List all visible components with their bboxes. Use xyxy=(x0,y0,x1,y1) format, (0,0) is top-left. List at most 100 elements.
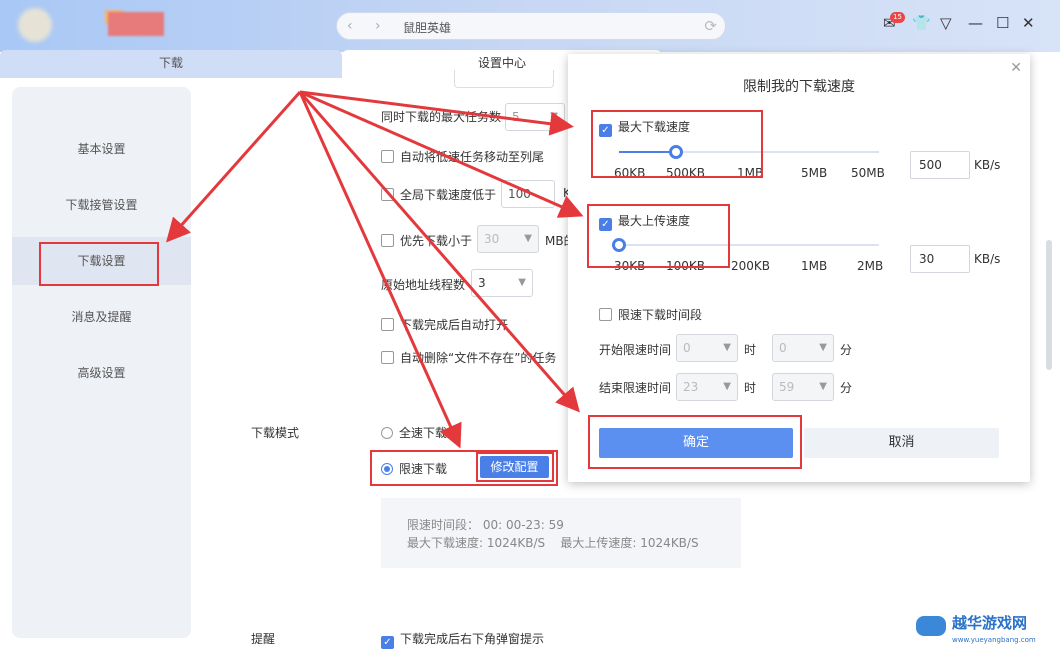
back-icon[interactable]: ‹ xyxy=(347,18,353,34)
start-minute-select[interactable]: 0 ▼ xyxy=(772,334,834,362)
checkbox[interactable] xyxy=(381,318,394,331)
upload-tick: 200KB xyxy=(731,259,771,273)
start-hour-select[interactable]: 0 ▼ xyxy=(676,334,738,362)
remind-popup-label: 下载完成后右下角弹窗提示 xyxy=(400,632,545,646)
limit-time-info: 限速时间段： 00: 00-23: 59 xyxy=(407,518,564,532)
sidebar-item-notifications[interactable]: 消息及提醒 xyxy=(12,293,191,341)
dialog-title: 限制我的下载速度 xyxy=(743,79,855,95)
hour-unit: 时 xyxy=(744,381,757,395)
time-limit-row[interactable]: 限速下载时间段 xyxy=(599,306,702,323)
max-tasks-value: 5 xyxy=(512,110,520,124)
auto-delete-label: 自动删除“文件不存在”的任务 xyxy=(400,351,557,365)
global-speed-row[interactable]: 全局下载速度低于 xyxy=(381,186,496,203)
global-speed-input[interactable]: 100 xyxy=(501,180,555,208)
priority-value: 30 xyxy=(484,232,500,246)
arrow-to-mode xyxy=(298,91,462,449)
notification-badge: 15 xyxy=(890,12,905,23)
priority-select[interactable]: 30 ▼ xyxy=(477,225,539,253)
end-hour-value: 23 xyxy=(683,380,699,394)
sidebar-item-advanced[interactable]: 高级设置 xyxy=(12,349,191,397)
skin-icon[interactable]: 👕 xyxy=(912,14,931,32)
auto-move-row[interactable]: 自动将低速任务移动至列尾 xyxy=(381,148,544,165)
checkbox[interactable] xyxy=(381,234,394,247)
highlight-box-sidebar xyxy=(39,242,159,286)
sidebar-item-basic[interactable]: 基本设置 xyxy=(12,125,191,173)
chevron-down-icon: ▼ xyxy=(524,233,532,244)
threads-label: 原始地址线程数 xyxy=(381,278,466,292)
download-tick: 5MB xyxy=(801,166,828,180)
chevron-down-icon: ▼ xyxy=(819,342,827,353)
max-tasks-select[interactable]: 5 ▼ xyxy=(505,103,565,131)
download-speed-input[interactable]: 500 xyxy=(910,151,970,179)
threads-value: 3 xyxy=(478,276,486,290)
hour-unit: 时 xyxy=(744,343,757,357)
checkbox-checked[interactable]: ✓ xyxy=(381,636,394,649)
time-limit-label: 限速下载时间段 xyxy=(618,308,703,322)
highlight-box-upload xyxy=(587,204,730,268)
end-minute-select[interactable]: 59 ▼ xyxy=(772,373,834,401)
upload-speed-input[interactable]: 30 xyxy=(910,245,970,273)
watermark-logo: 越华游戏网 www.yueyangbang.com xyxy=(916,614,1036,644)
highlight-box-modify xyxy=(476,452,554,482)
checkbox[interactable] xyxy=(381,188,394,201)
auto-open-row[interactable]: 下载完成后自动打开 xyxy=(381,316,508,333)
chevron-down-icon: ▼ xyxy=(518,277,526,288)
download-mode-label: 下载模式 xyxy=(251,426,300,440)
highlight-box-download xyxy=(591,110,763,178)
end-hour-select[interactable]: 23 ▼ xyxy=(676,373,738,401)
maximize-icon[interactable]: ☐ xyxy=(996,14,1009,32)
start-minute-value: 0 xyxy=(779,341,787,355)
upload-tick: 2MB xyxy=(857,259,884,273)
upload-speed-unit: KB/s xyxy=(974,252,1001,266)
radio[interactable] xyxy=(381,427,393,439)
upload-tick: 1MB xyxy=(801,259,828,273)
threads-select[interactable]: 3 ▼ xyxy=(471,269,533,297)
checkbox[interactable] xyxy=(381,150,394,163)
limit-info-panel: 限速时间段： 00: 00-23: 59 最大下载速度: 1024KB/S 最大… xyxy=(381,498,741,568)
forward-icon[interactable]: › xyxy=(375,18,381,34)
remind-popup-row[interactable]: ✓ 下载完成后右下角弹窗提示 xyxy=(381,630,544,649)
max-tasks-label: 同时下载的最大任务数 xyxy=(381,110,502,124)
chevron-down-icon: ▼ xyxy=(550,111,558,122)
minute-unit: 分 xyxy=(840,381,853,395)
address-bar[interactable]: ‹ › 鼠胆英雄 ⟳ xyxy=(336,12,726,40)
settings-sidebar: 基本设置 下载接管设置 下载设置 消息及提醒 高级设置 xyxy=(12,87,191,638)
chevron-down-icon: ▼ xyxy=(723,381,731,392)
app-logo xyxy=(18,8,52,42)
highlight-box-confirm xyxy=(588,415,802,469)
chevron-down-icon: ▼ xyxy=(819,381,827,392)
sidebar-item-takeover[interactable]: 下载接管设置 xyxy=(12,181,191,229)
cancel-button[interactable]: 取消 xyxy=(804,428,999,458)
priority-row[interactable]: 优先下载小于 xyxy=(381,232,472,249)
end-time-label: 结束限速时间 xyxy=(599,381,672,395)
auto-open-label: 下载完成后自动打开 xyxy=(400,318,509,332)
chevron-down-icon: ▼ xyxy=(723,342,731,353)
minute-unit: 分 xyxy=(840,343,853,357)
scrollbar[interactable] xyxy=(1046,240,1052,370)
menu-icon[interactable]: ▽ xyxy=(940,14,952,32)
minimize-icon[interactable]: — xyxy=(968,14,983,32)
priority-label: 优先下载小于 xyxy=(400,234,473,248)
close-icon[interactable]: ✕ xyxy=(1022,14,1035,32)
close-icon[interactable]: ✕ xyxy=(1010,60,1022,76)
auto-delete-row[interactable]: 自动删除“文件不存在”的任务 xyxy=(381,349,556,366)
address-text: 鼠胆英雄 xyxy=(403,21,452,35)
tab-settings-underline xyxy=(454,70,554,88)
mode-full-label: 全速下载 xyxy=(399,426,448,440)
checkbox[interactable] xyxy=(381,351,394,364)
app-logo-text xyxy=(108,12,164,36)
start-hour-value: 0 xyxy=(683,341,691,355)
tab-download[interactable]: 下载 xyxy=(0,50,342,78)
limit-speed-info: 最大下载速度: 1024KB/S 最大上传速度: 1024KB/S xyxy=(407,536,699,550)
global-speed-label: 全局下载速度低于 xyxy=(400,188,497,202)
mode-full-radio[interactable]: 全速下载 xyxy=(381,424,447,441)
refresh-icon[interactable]: ⟳ xyxy=(704,17,717,35)
download-speed-unit: KB/s xyxy=(974,158,1001,172)
remind-label: 提醒 xyxy=(251,632,276,646)
watermark-url: www.yueyangbang.com xyxy=(952,636,1036,644)
checkbox[interactable] xyxy=(599,308,612,321)
start-time-label: 开始限速时间 xyxy=(599,343,672,357)
end-minute-value: 59 xyxy=(779,380,795,394)
auto-move-label: 自动将低速任务移动至列尾 xyxy=(400,150,545,164)
watermark-text: 越华游戏网 xyxy=(951,614,1027,632)
